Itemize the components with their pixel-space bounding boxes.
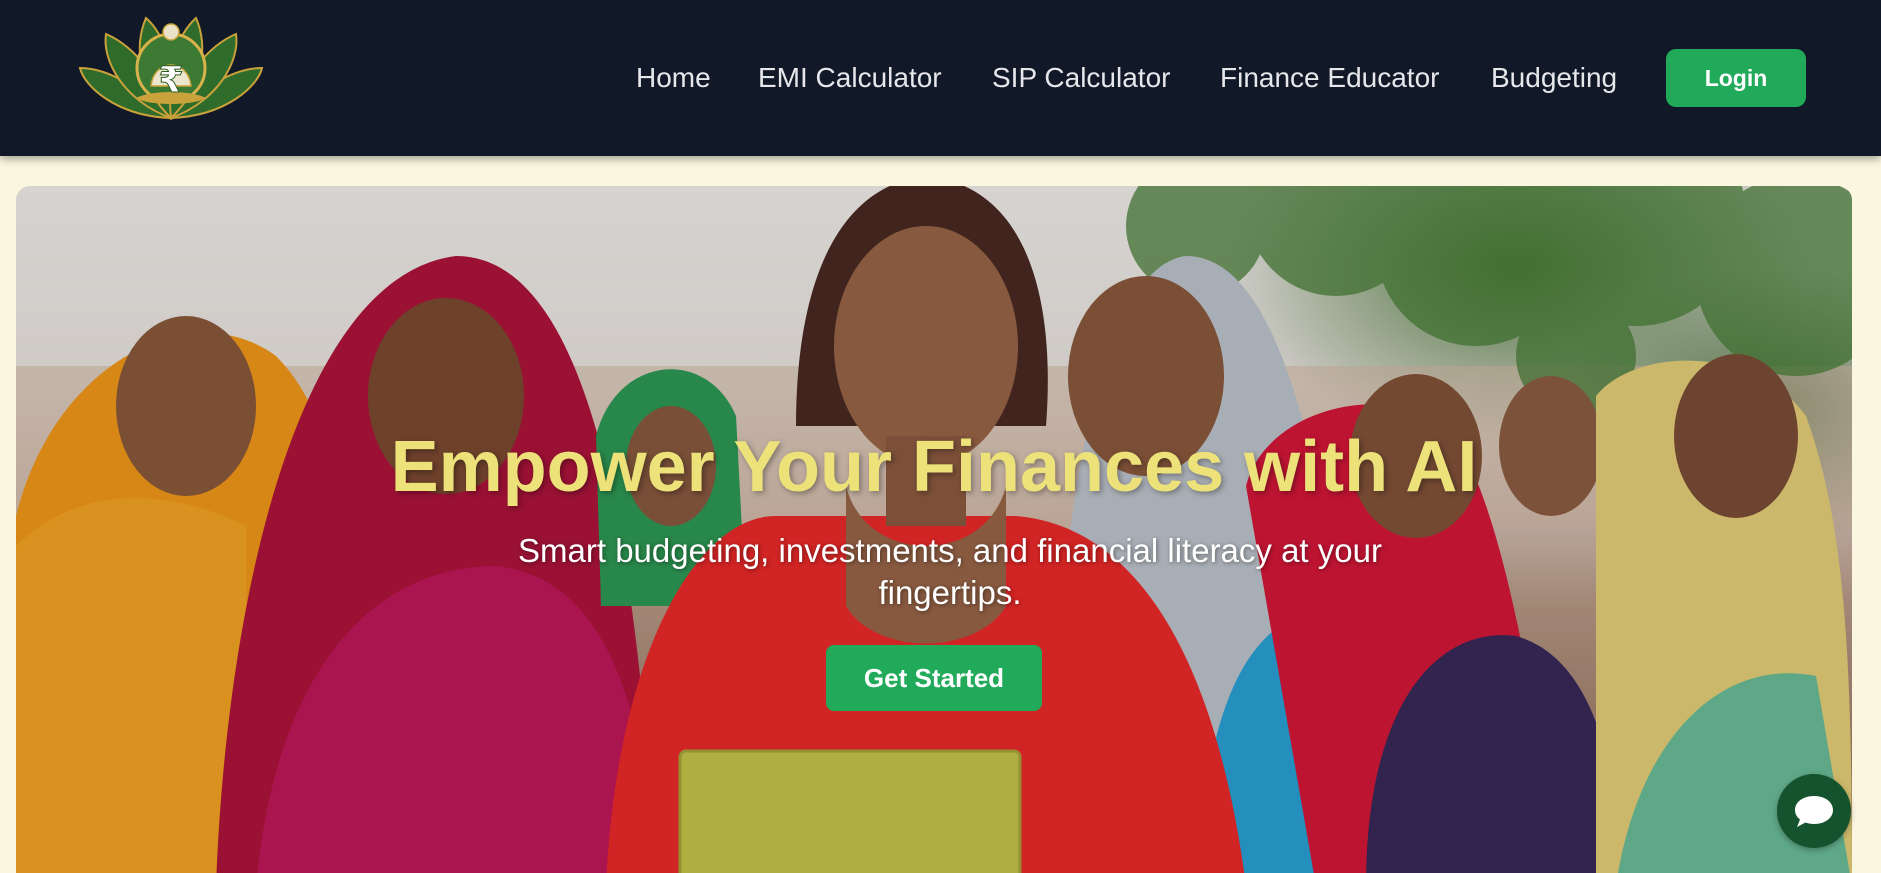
nav-finance-educator-link[interactable]: Finance Educator (1220, 57, 1439, 99)
hero-banner: Empower Your Finances with AI Smart budg… (16, 186, 1852, 873)
nav-home-link[interactable]: Home (636, 57, 711, 99)
chat-bubble-icon (1795, 796, 1833, 827)
nav-emi-calculator-link[interactable]: EMI Calculator (758, 57, 942, 99)
login-button[interactable]: Login (1666, 49, 1806, 107)
hero-subtitle: Smart budgeting, investments, and financ… (518, 532, 1382, 611)
get-started-button[interactable]: Get Started (826, 645, 1042, 711)
rupee-symbol: ₹ (158, 60, 183, 101)
nav-sip-calculator-link[interactable]: SIP Calculator (992, 57, 1170, 99)
navbar: ₹ Home EMI Calculator SIP Calculator Fin… (0, 0, 1881, 156)
chat-button[interactable] (1777, 774, 1851, 848)
nav-budgeting-link[interactable]: Budgeting (1491, 57, 1617, 99)
rupee-lotus-logo[interactable]: ₹ (76, 6, 266, 126)
hero-title: Empower Your Finances with AI (390, 427, 1478, 507)
